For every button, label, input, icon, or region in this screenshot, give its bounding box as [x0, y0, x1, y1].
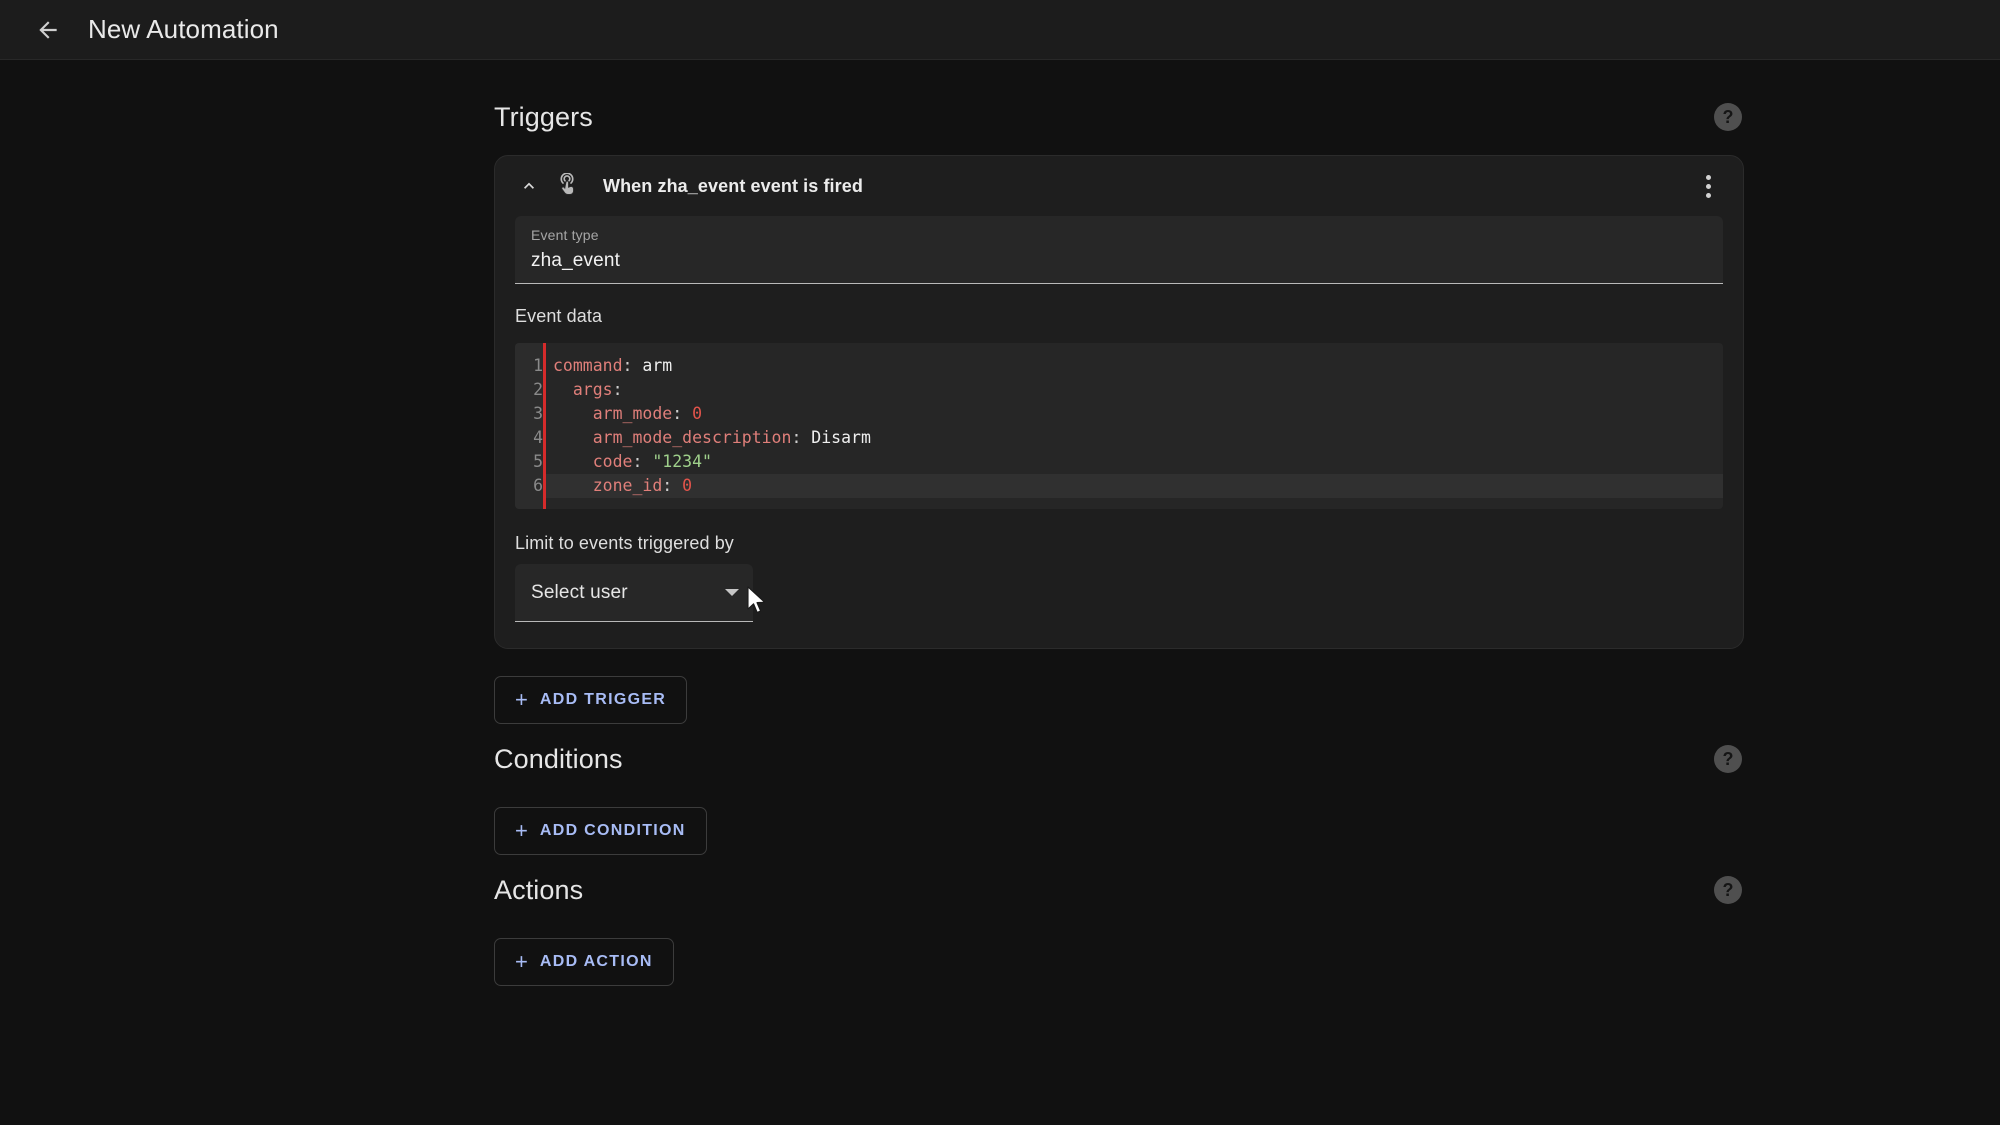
code-line-number: 4 [533, 428, 543, 447]
gesture-tap-icon [551, 170, 583, 202]
code-line[interactable]: args: [546, 378, 1723, 402]
code-line[interactable]: code: "1234" [546, 450, 1723, 474]
yaml-key: arm_mode_description [592, 428, 792, 447]
dots-vertical-icon [1705, 183, 1711, 189]
page-title: New Automation [88, 14, 279, 44]
add-condition-label: ADD CONDITION [539, 822, 686, 839]
trigger-collapse-button[interactable] [512, 169, 546, 203]
yaml-key: command [553, 356, 623, 375]
plus-icon: + [515, 687, 528, 712]
automation-config-column: Triggers ? When zha_event event is fired… [494, 60, 1744, 986]
event-type-label: Event type [531, 227, 599, 243]
arrow-left-icon [39, 20, 57, 39]
yaml-colon: : [622, 356, 633, 375]
add-trigger-label: ADD TRIGGER [539, 691, 667, 708]
code-line-number: 5 [533, 452, 543, 471]
trigger-overflow-menu-button[interactable] [1691, 169, 1725, 203]
event-data-caption: Event data [515, 306, 603, 326]
triggers-heading: Triggers [494, 101, 593, 132]
yaml-colon: : [791, 428, 802, 447]
yaml-key: zone_id [592, 476, 663, 495]
plus-icon: + [515, 949, 528, 974]
chevron-up-icon [524, 182, 534, 189]
code-line-number: 1 [533, 356, 543, 375]
conditions-section-header: Conditions ? [494, 738, 1744, 780]
yaml-colon: : [632, 452, 643, 471]
code-line-number: 6 [533, 476, 543, 495]
yaml-value: 0 [682, 404, 703, 423]
yaml-key: arm_mode [592, 404, 673, 423]
yaml-colon: : [662, 476, 673, 495]
trigger-card-body: Event type zha_event Event data 1 2 3 4 5 6 c… [495, 216, 1743, 648]
add-action-button[interactable]: + ADD ACTION [494, 938, 674, 986]
user-filter-label: Limit to events triggered by [515, 533, 734, 553]
code-line[interactable]: zone_id: 0 [546, 474, 1723, 498]
conditions-heading: Conditions [494, 743, 623, 774]
add-action-label: ADD ACTION [539, 953, 653, 970]
code-line[interactable]: command: arm [546, 354, 1723, 378]
actions-heading: Actions [494, 874, 584, 905]
event-type-value: zha_event [531, 250, 621, 271]
yaml-value: arm [632, 356, 673, 375]
select-user-dropdown[interactable]: Select user [515, 564, 753, 622]
app-toolbar: New Automation [0, 0, 2000, 60]
trigger-card: When zha_event event is fired Event type… [494, 155, 1744, 649]
code-line[interactable]: arm_mode: 0 [546, 402, 1723, 426]
triggers-help-icon[interactable]: ? [1714, 103, 1742, 131]
back-button[interactable] [24, 6, 72, 54]
dots-vertical-icon [1705, 192, 1711, 198]
code-line[interactable]: arm_mode_description: Disarm [546, 426, 1723, 450]
actions-help-icon[interactable]: ? [1714, 876, 1742, 904]
code-line-number: 3 [533, 404, 543, 423]
plus-icon: + [515, 818, 528, 843]
event-data-code-editor[interactable]: 1 2 3 4 5 6 command: arm args: arm_mode: 0 ar… [515, 343, 1723, 509]
yaml-colon: : [612, 380, 623, 399]
add-condition-button[interactable]: + ADD CONDITION [494, 807, 707, 855]
code-lines[interactable]: command: arm args: arm_mode: 0 arm_mode_… [546, 343, 1723, 509]
trigger-card-header[interactable]: When zha_event event is fired [495, 156, 1743, 216]
automation-editor-body: Triggers ? When zha_event event is fired… [0, 60, 2000, 1125]
conditions-help-icon[interactable]: ? [1714, 745, 1742, 773]
yaml-colon: : [672, 404, 683, 423]
chevron-down-icon [725, 589, 739, 596]
yaml-key: code [592, 452, 633, 471]
dots-vertical-icon [1705, 174, 1711, 180]
event-type-field[interactable]: Event type zha_event [515, 216, 1723, 284]
add-trigger-button[interactable]: + ADD TRIGGER [494, 676, 688, 724]
triggers-section-header: Triggers ? [494, 96, 1744, 138]
actions-section-header: Actions ? [494, 869, 1744, 911]
code-gutter: 1 2 3 4 5 6 [515, 343, 543, 509]
yaml-value: Disarm [801, 428, 871, 447]
yaml-value: 0 [672, 476, 693, 495]
trigger-card-title: When zha_event event is fired [603, 175, 863, 196]
yaml-value: "1234" [642, 452, 712, 471]
select-user-value: Select user [531, 581, 628, 603]
code-line-number: 2 [533, 380, 543, 399]
yaml-key: args [572, 380, 613, 399]
